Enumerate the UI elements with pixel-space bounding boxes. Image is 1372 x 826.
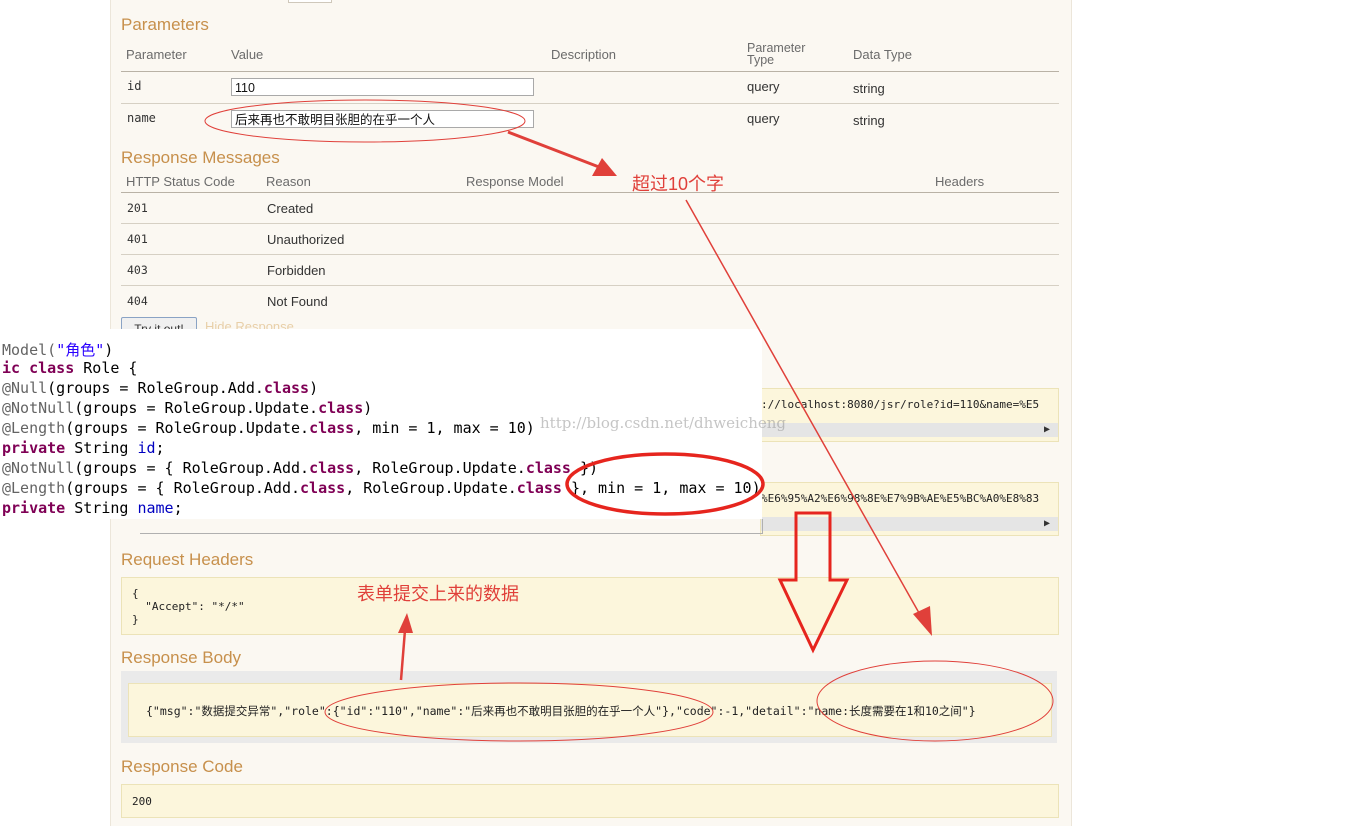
role-data-highlight-ellipse	[324, 682, 714, 742]
arrow-head-icon	[398, 613, 413, 633]
arrow-to-over-limit	[507, 130, 613, 174]
arrow-to-form-annotation	[399, 629, 407, 681]
annotation-overlay	[204, 99, 1054, 742]
arrow-to-detail	[685, 199, 924, 621]
arrow-head-icon	[913, 606, 932, 636]
name-input-highlight-ellipse	[204, 99, 526, 143]
max-length-highlight-ellipse	[565, 452, 765, 516]
down-arrow-icon	[777, 511, 850, 654]
detail-highlight-ellipse	[816, 660, 1054, 742]
